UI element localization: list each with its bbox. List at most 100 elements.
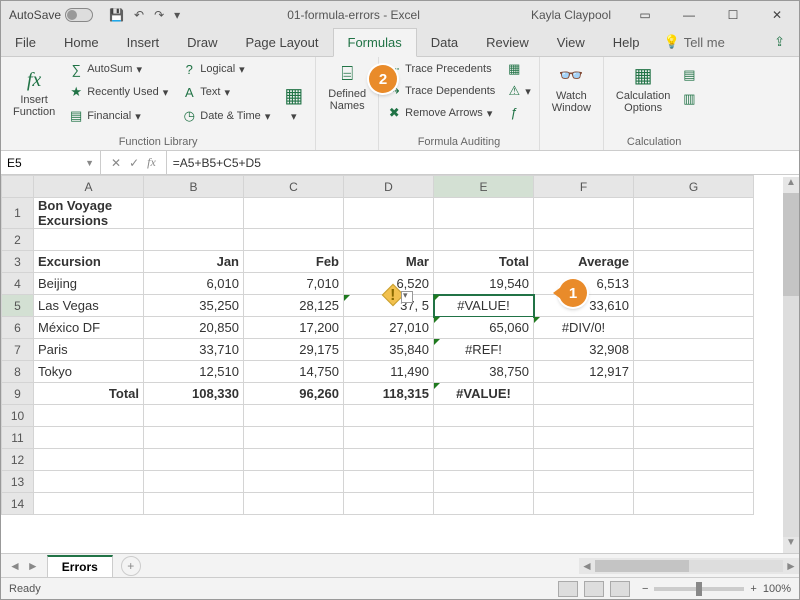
page-layout-view-icon[interactable]	[584, 581, 604, 597]
cell[interactable]	[244, 229, 344, 251]
cell[interactable]	[634, 251, 754, 273]
cell[interactable]	[634, 405, 754, 427]
cell[interactable]: Total	[34, 383, 144, 405]
remove-arrows-button[interactable]: ✖Remove Arrows ▾	[385, 103, 497, 123]
enter-icon[interactable]: ✓	[129, 156, 139, 170]
error-checking-button[interactable]: ⚠▾	[505, 81, 533, 101]
toggle-switch-icon[interactable]	[65, 8, 93, 22]
cell[interactable]: 35,840	[344, 339, 434, 361]
calc-now-button[interactable]: ▤	[680, 65, 698, 85]
name-box[interactable]: E5 ▼	[1, 151, 101, 174]
cell[interactable]	[434, 449, 534, 471]
cell[interactable]: 33,710	[144, 339, 244, 361]
cell[interactable]: 29,175	[244, 339, 344, 361]
cell[interactable]	[534, 405, 634, 427]
tell-me-search[interactable]: 💡 Tell me	[654, 28, 735, 56]
col-header-d[interactable]: D	[344, 176, 434, 198]
cell[interactable]	[34, 427, 144, 449]
cell[interactable]: 96,260	[244, 383, 344, 405]
cell[interactable]	[244, 449, 344, 471]
zoom-level[interactable]: 100%	[763, 583, 791, 595]
cell-selected[interactable]: #VALUE!	[434, 295, 534, 317]
cell[interactable]	[144, 198, 244, 229]
zoom-out-icon[interactable]: −	[642, 583, 648, 595]
row-header[interactable]: 6	[2, 317, 34, 339]
scroll-right-icon[interactable]: ►	[783, 559, 799, 573]
cell[interactable]: Las Vegas	[34, 295, 144, 317]
row-header[interactable]: 5	[2, 295, 34, 317]
cell[interactable]	[244, 493, 344, 515]
row-header[interactable]: 11	[2, 427, 34, 449]
tab-draw[interactable]: Draw	[173, 29, 231, 56]
cell[interactable]	[534, 198, 634, 229]
qat-dropdown-icon[interactable]: ▾	[174, 8, 180, 22]
col-header-f[interactable]: F	[534, 176, 634, 198]
cell[interactable]: 38,750	[434, 361, 534, 383]
cell[interactable]	[144, 449, 244, 471]
scroll-track[interactable]	[783, 193, 799, 537]
cell[interactable]	[534, 383, 634, 405]
show-formulas-button[interactable]: ▦	[505, 59, 533, 79]
recently-used-button[interactable]: ★Recently Used ▾	[67, 82, 170, 104]
tab-insert[interactable]: Insert	[113, 29, 174, 56]
row-header[interactable]: 7	[2, 339, 34, 361]
cell[interactable]: Mar	[344, 251, 434, 273]
cell[interactable]: 17,200	[244, 317, 344, 339]
cell[interactable]	[534, 493, 634, 515]
cell[interactable]: 35,250	[144, 295, 244, 317]
calculation-options-button[interactable]: ▦ Calculation Options	[610, 59, 676, 118]
financial-button[interactable]: ▤Financial ▾	[67, 105, 170, 127]
col-header-c[interactable]: C	[244, 176, 344, 198]
row-header[interactable]: 8	[2, 361, 34, 383]
cell[interactable]	[634, 361, 754, 383]
row-header[interactable]: 3	[2, 251, 34, 273]
cell[interactable]	[344, 229, 434, 251]
tab-data[interactable]: Data	[417, 29, 472, 56]
cell[interactable]	[34, 493, 144, 515]
zoom-slider[interactable]	[654, 587, 744, 591]
zoom-in-icon[interactable]: +	[750, 583, 756, 595]
cell[interactable]: Average	[534, 251, 634, 273]
cell[interactable]: 11,490	[344, 361, 434, 383]
cell[interactable]: #REF!	[434, 339, 534, 361]
cell[interactable]: 118,315	[344, 383, 434, 405]
cell[interactable]: 6,010	[144, 273, 244, 295]
cell[interactable]: 12,917	[534, 361, 634, 383]
vertical-scrollbar[interactable]: ▲ ▼	[783, 177, 799, 553]
cell[interactable]	[434, 229, 534, 251]
save-icon[interactable]: 💾	[109, 8, 124, 22]
cell[interactable]	[434, 471, 534, 493]
redo-icon[interactable]: ↷	[154, 8, 164, 22]
maximize-icon[interactable]: ☐	[711, 1, 755, 29]
row-header[interactable]: 13	[2, 471, 34, 493]
cell[interactable]: Beijing	[34, 273, 144, 295]
col-header-b[interactable]: B	[144, 176, 244, 198]
autosum-button[interactable]: ∑AutoSum ▾	[67, 59, 170, 80]
logical-button[interactable]: ?Logical ▾	[180, 59, 272, 80]
cell[interactable]	[634, 493, 754, 515]
cell[interactable]: 19,540	[434, 273, 534, 295]
cell[interactable]: Tokyo	[34, 361, 144, 383]
text-button[interactable]: AText ▾	[180, 82, 272, 104]
tab-home[interactable]: Home	[50, 29, 113, 56]
spreadsheet-grid[interactable]: A B C D E F G 1 Bon Voyage Excursions 2 …	[1, 175, 799, 515]
cell[interactable]	[244, 405, 344, 427]
tab-formulas[interactable]: Formulas	[333, 28, 417, 57]
undo-icon[interactable]: ↶	[134, 8, 144, 22]
col-header-g[interactable]: G	[634, 176, 754, 198]
cancel-icon[interactable]: ✕	[111, 156, 121, 170]
cell[interactable]: 108,330	[144, 383, 244, 405]
cell[interactable]: 65,060	[434, 317, 534, 339]
cell[interactable]	[244, 198, 344, 229]
more-functions-button[interactable]: ▦ ▾	[278, 59, 309, 127]
cell[interactable]	[344, 493, 434, 515]
insert-function-button[interactable]: fx Insert Function	[7, 59, 61, 127]
cell[interactable]	[144, 471, 244, 493]
calc-sheet-button[interactable]: ▥	[680, 89, 698, 109]
col-header-a[interactable]: A	[34, 176, 144, 198]
cell[interactable]	[634, 273, 754, 295]
row-header[interactable]: 9	[2, 383, 34, 405]
select-all-corner[interactable]	[2, 176, 34, 198]
cell[interactable]: 12,510	[144, 361, 244, 383]
col-header-e[interactable]: E	[434, 176, 534, 198]
